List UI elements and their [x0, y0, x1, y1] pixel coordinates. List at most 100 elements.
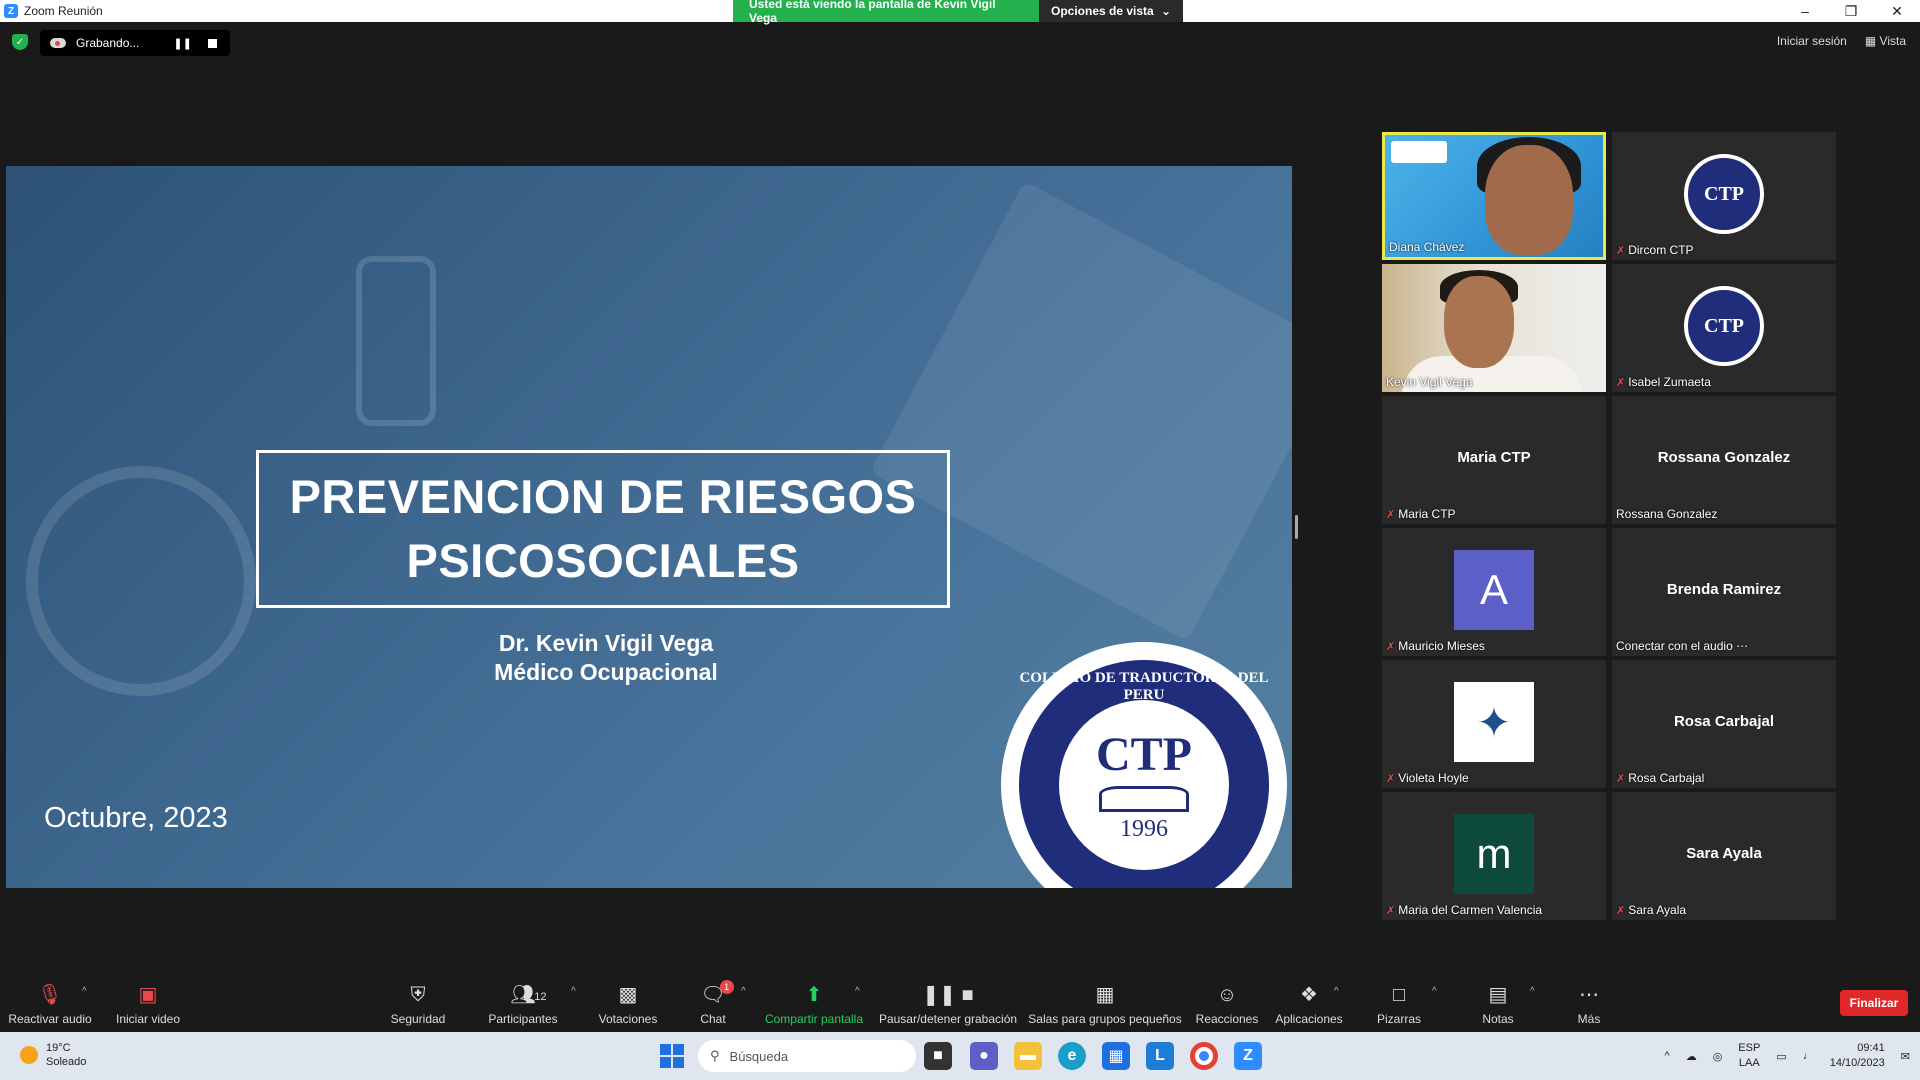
view-button[interactable]: ▦ Vista: [1865, 34, 1906, 48]
file-explorer-icon[interactable]: ▬: [1014, 1042, 1042, 1070]
split-resize-handle[interactable]: [1295, 515, 1298, 539]
notes-caret-icon[interactable]: ^: [1530, 986, 1535, 997]
security-button[interactable]: ⛨ Seguridad: [386, 976, 450, 1030]
stop-recording-button[interactable]: [207, 38, 217, 48]
participants-button[interactable]: 👥︎ 12 Participantes: [486, 976, 560, 1030]
pause-recording-button[interactable]: ❚❚: [173, 37, 191, 50]
search-placeholder: Búsqueda: [729, 1048, 789, 1064]
apps-caret-icon[interactable]: ^: [1334, 986, 1339, 997]
store-icon[interactable]: ▦: [1102, 1042, 1130, 1070]
windows-start-icon[interactable]: [660, 1044, 684, 1068]
book-icon: [1099, 786, 1189, 812]
apps-icon: ❖: [1300, 984, 1318, 1006]
restore-button[interactable]: ❐: [1828, 0, 1874, 22]
seal-ring: COLEGIO DE TRADUCTORES DEL PERU CTP 1996: [1019, 660, 1269, 888]
chevron-up-icon[interactable]: ^: [1665, 1050, 1670, 1062]
participant-tile[interactable]: Kevin Vigil Vega: [1382, 264, 1606, 392]
more-dots-icon: ⋯: [1579, 984, 1599, 1006]
participant-video: [1385, 135, 1603, 257]
video-off-icon: ▣: [138, 984, 158, 1006]
participant-display-name: Sara Ayala: [1686, 844, 1762, 862]
participant-tile[interactable]: ✦ ✗ Violeta Hoyle: [1382, 660, 1606, 788]
participants-caret-icon[interactable]: ^: [571, 986, 576, 997]
share-screen-button[interactable]: ⬆ Compartir pantalla: [764, 976, 864, 1030]
bird-avatar-icon: ✦: [1454, 682, 1534, 762]
start-video-button[interactable]: ▣ Iniciar video: [112, 976, 184, 1030]
participant-name: Sara Ayala: [1628, 903, 1687, 917]
participant-tile[interactable]: A ✗ Mauricio Mieses: [1382, 528, 1606, 656]
end-meeting-button[interactable]: Finalizar: [1840, 990, 1908, 1016]
participant-name-label: ✗ Violeta Hoyle: [1386, 771, 1469, 785]
participant-tile[interactable]: Diana Chávez: [1382, 132, 1606, 260]
teams-chat-icon[interactable]: ●: [970, 1042, 998, 1070]
notification-icon[interactable]: ✉: [1901, 1050, 1910, 1063]
participant-tile[interactable]: Rossana Gonzalez Rossana Gonzalez: [1612, 396, 1836, 524]
keyboard-layout: LAA: [1738, 1057, 1760, 1069]
more-button[interactable]: ⋯ Más: [1574, 976, 1604, 1030]
slide-title-line2: PSICOSOCIALES: [406, 534, 800, 587]
participant-tile[interactable]: Sara Ayala ✗ Sara Ayala: [1612, 792, 1836, 920]
participant-name-label: Conectar con el audio ⋯: [1616, 639, 1748, 653]
notes-button[interactable]: ▤ Notas: [1480, 976, 1516, 1030]
participant-name-label: ✗ Maria CTP: [1386, 507, 1456, 521]
minimize-button[interactable]: –: [1782, 0, 1828, 22]
participant-tile[interactable]: Rosa Carbajal ✗ Rosa Carbajal: [1612, 660, 1836, 788]
seal-center: CTP 1996: [1059, 700, 1229, 870]
view-options-button[interactable]: Opciones de vista ⌄: [1039, 0, 1183, 22]
smiley-plus-icon: ☺: [1216, 984, 1238, 1006]
participant-name-label: ✗ Mauricio Mieses: [1386, 639, 1485, 653]
muted-mic-icon: ✗: [1616, 244, 1626, 257]
chrome-icon[interactable]: [1190, 1042, 1218, 1070]
audio-options-caret-icon[interactable]: ^: [82, 986, 87, 997]
breakout-rooms-button[interactable]: ▦ Salas para grupos pequeños: [1028, 976, 1181, 1030]
taskbar-search[interactable]: ⚲ Búsqueda: [698, 1040, 916, 1072]
initial-avatar: A: [1454, 550, 1534, 630]
unmute-label: Reactivar audio: [8, 1012, 92, 1026]
participant-name-label: ✗ Dircom CTP: [1616, 243, 1694, 257]
zoom-taskbar-icon[interactable]: Z: [1234, 1042, 1262, 1070]
participant-name: Maria CTP: [1398, 507, 1456, 521]
polls-label: Votaciones: [598, 1012, 658, 1026]
close-button[interactable]: ✕: [1874, 0, 1920, 22]
sun-icon: [20, 1046, 38, 1064]
participant-display-name: Brenda Ramirez: [1666, 580, 1782, 598]
pause-stop-icon: ❚❚ ■: [922, 984, 974, 1006]
participant-name-label: ✗ Isabel Zumaeta: [1616, 375, 1711, 389]
language-indicator[interactable]: ESP LAA: [1738, 1041, 1760, 1071]
file-window-icon[interactable]: ■: [924, 1042, 952, 1070]
participants-count: 12: [534, 991, 547, 1003]
muted-mic-icon: ✗: [1616, 376, 1626, 389]
sign-in-button[interactable]: Iniciar sesión: [1777, 34, 1847, 48]
whiteboards-caret-icon[interactable]: ^: [1432, 986, 1437, 997]
apps-button[interactable]: ❖ Aplicaciones: [1274, 976, 1344, 1030]
security-shield-icon[interactable]: ✓: [12, 34, 28, 50]
whiteboards-button[interactable]: □ Pizarras: [1376, 976, 1422, 1030]
participant-tile[interactable]: CTP ✗ Dircom CTP: [1612, 132, 1836, 260]
participant-tile[interactable]: CTP ✗ Isabel Zumaeta: [1612, 264, 1836, 392]
seal-year: 1996: [1120, 816, 1168, 842]
chat-bubble-icon: 🗨︎ 1: [700, 980, 734, 1006]
share-caret-icon[interactable]: ^: [855, 986, 860, 997]
shared-screen[interactable]: PREVENCION DE RIESGOS PSICOSOCIALES Dr. …: [6, 166, 1292, 888]
app-l-icon[interactable]: L: [1146, 1042, 1174, 1070]
participant-tile[interactable]: Maria CTP ✗ Maria CTP: [1382, 396, 1606, 524]
cloud-off-icon[interactable]: ☁: [1686, 1050, 1697, 1063]
chat-button[interactable]: 🗨︎ 1 Chat: [698, 976, 734, 1030]
participant-name-label: Rossana Gonzalez: [1616, 507, 1717, 521]
unmute-button[interactable]: 🎙︎ Reactivar audio: [8, 976, 92, 1030]
security-label: Seguridad: [390, 1012, 446, 1026]
edge-browser-icon[interactable]: e: [1058, 1042, 1086, 1070]
reactions-button[interactable]: ☺ Reacciones: [1196, 976, 1259, 1030]
volume-icon[interactable]: ♩: [1803, 1050, 1814, 1062]
chat-caret-icon[interactable]: ^: [741, 986, 746, 997]
participant-tile[interactable]: Brenda Ramirez Conectar con el audio ⋯: [1612, 528, 1836, 656]
microphone-icon[interactable]: ◎: [1713, 1050, 1723, 1063]
zoom-app-icon: Z: [4, 4, 18, 18]
polls-button[interactable]: ▩ Votaciones: [596, 976, 660, 1030]
clock[interactable]: 09:41 14/10/2023: [1830, 1041, 1885, 1071]
participants-icon: 👥︎ 12: [510, 984, 547, 1006]
weather-widget[interactable]: 19°C Soleado: [20, 1041, 86, 1069]
record-button[interactable]: ❚❚ ■ Pausar/detener grabación: [879, 976, 1017, 1030]
participant-tile[interactable]: m ✗ Maria del Carmen Valencia: [1382, 792, 1606, 920]
network-icon[interactable]: ▭: [1776, 1050, 1786, 1063]
